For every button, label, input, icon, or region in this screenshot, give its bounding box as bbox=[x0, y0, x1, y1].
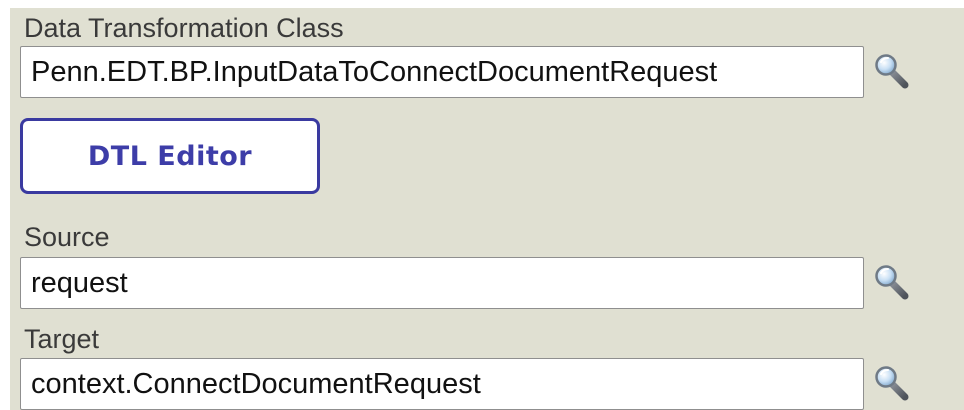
target-input[interactable] bbox=[20, 358, 864, 410]
search-icon[interactable] bbox=[872, 263, 912, 303]
target-label: Target bbox=[24, 324, 100, 354]
dtl-editor-button[interactable]: DTL Editor bbox=[20, 118, 320, 194]
source-label: Source bbox=[24, 222, 110, 252]
data-transformation-class-label: Data Transformation Class bbox=[24, 13, 344, 43]
data-transformation-class-input[interactable] bbox=[20, 46, 864, 98]
source-input[interactable] bbox=[20, 257, 864, 309]
search-icon[interactable] bbox=[872, 364, 912, 404]
search-icon[interactable] bbox=[872, 52, 912, 92]
transformation-form-panel: Data Transformation Class DTL Editor Sou… bbox=[10, 8, 964, 410]
